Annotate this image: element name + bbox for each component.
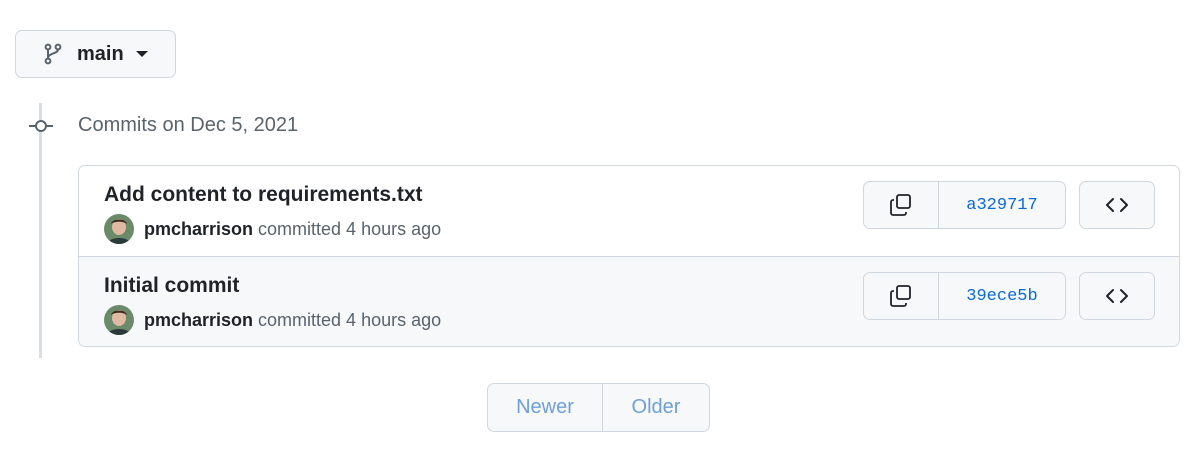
commit-row: Initial commit pmcharrison committed 4 h… (79, 257, 1179, 346)
commit-sha-button-group: a329717 (863, 181, 1066, 229)
chevron-down-icon (135, 51, 148, 57)
older-button[interactable]: Older (603, 384, 709, 431)
browse-repo-button[interactable] (1079, 272, 1155, 320)
commit-sha-button-group: 39ece5b (863, 272, 1066, 320)
commit-time: committed 4 hours ago (258, 218, 442, 239)
browse-repo-button[interactable] (1079, 181, 1155, 229)
copy-icon (890, 285, 911, 307)
git-commit-icon (28, 116, 54, 136)
copy-sha-button[interactable] (864, 273, 939, 319)
commit-author[interactable]: pmcharrison (144, 310, 253, 331)
code-icon (1106, 289, 1128, 303)
avatar[interactable] (104, 214, 134, 244)
code-icon (1106, 198, 1128, 212)
pagination: Newer Older (487, 383, 710, 432)
commit-meta: pmcharrison committed 4 hours ago (104, 305, 441, 335)
commit-time: committed 4 hours ago (258, 309, 442, 330)
commit-title[interactable]: Initial commit (104, 274, 239, 298)
git-branch-icon (43, 43, 63, 65)
commit-meta: pmcharrison committed 4 hours ago (104, 214, 441, 244)
commit-title[interactable]: Add content to requirements.txt (104, 183, 423, 207)
timeline-line (39, 103, 42, 358)
avatar[interactable] (104, 305, 134, 335)
commit-list: Add content to requirements.txt pmcharri… (78, 165, 1180, 347)
branch-name: main (77, 42, 124, 65)
copy-sha-button[interactable] (864, 182, 939, 228)
commit-sha-link[interactable]: a329717 (939, 182, 1065, 228)
branch-selector-button[interactable]: main (15, 30, 176, 78)
commit-sha-link[interactable]: 39ece5b (939, 273, 1065, 319)
copy-icon (890, 194, 911, 216)
commit-row: Add content to requirements.txt pmcharri… (79, 166, 1179, 257)
commit-author[interactable]: pmcharrison (144, 219, 253, 240)
newer-button[interactable]: Newer (488, 384, 603, 431)
commit-group-title: Commits on Dec 5, 2021 (78, 114, 299, 136)
